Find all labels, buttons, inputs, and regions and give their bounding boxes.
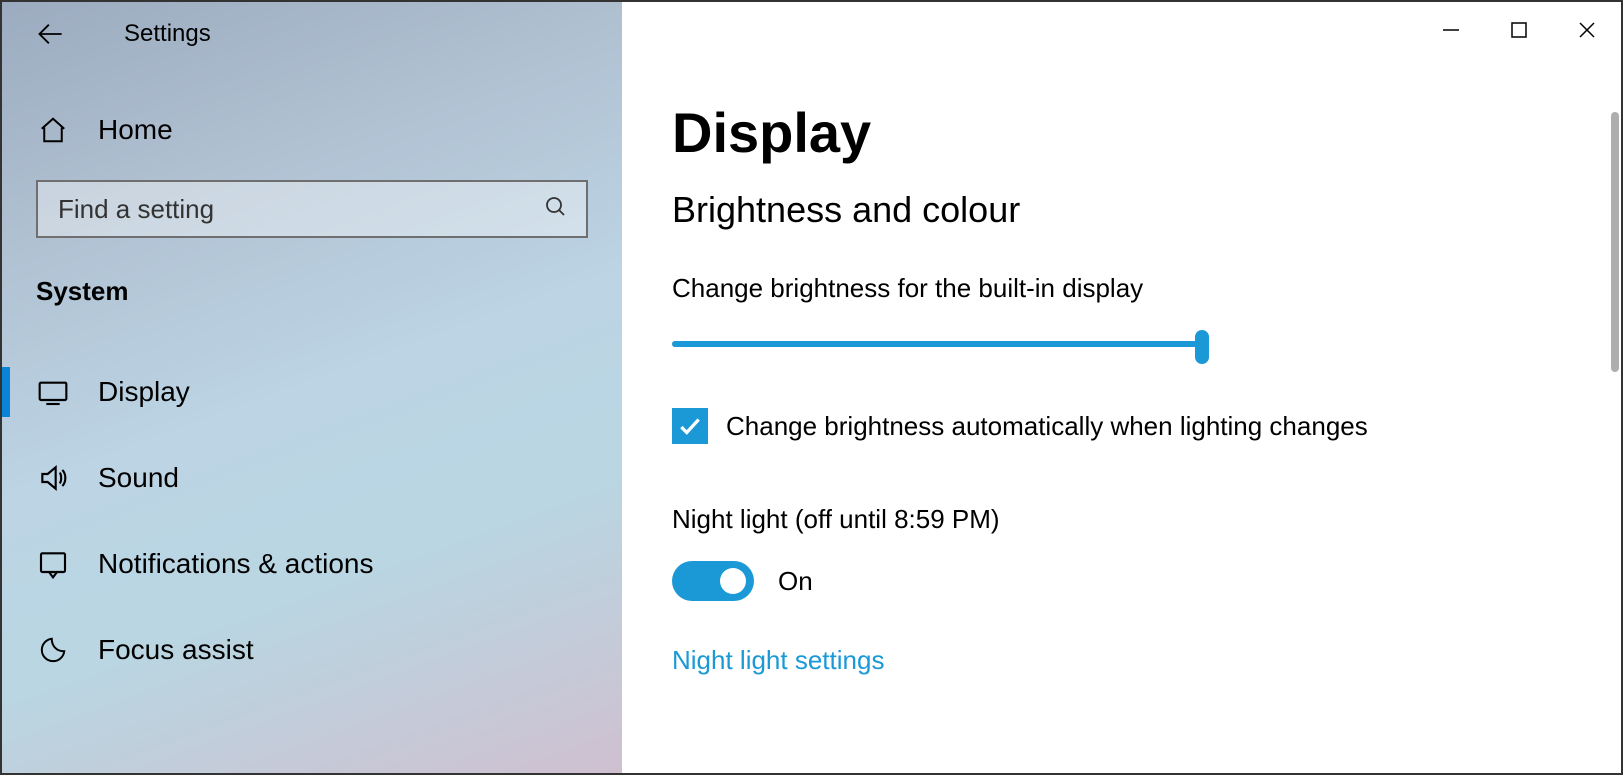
sidebar-item-focus-assist[interactable]: Focus assist: [2, 607, 588, 693]
search-input[interactable]: [36, 180, 588, 238]
slider-thumb[interactable]: [1195, 330, 1209, 364]
close-button[interactable]: [1553, 2, 1621, 58]
page-title: Display: [672, 100, 1571, 165]
window-controls: [1417, 2, 1621, 58]
sidebar-content: Home System: [2, 114, 622, 693]
night-light-toggle[interactable]: On: [672, 561, 1571, 601]
focus-assist-icon: [36, 635, 70, 665]
auto-brightness-checkbox[interactable]: Change brightness automatically when lig…: [672, 408, 1571, 444]
night-light-settings-link[interactable]: Night light settings: [672, 645, 1571, 676]
main-content: Display Brightness and colour Change bri…: [622, 2, 1621, 773]
section-title: Brightness and colour: [672, 189, 1571, 231]
toggle-state-label: On: [778, 566, 813, 597]
sidebar-item-label: Display: [98, 376, 190, 408]
back-icon[interactable]: [36, 20, 64, 48]
settings-window: Settings Home: [0, 0, 1623, 775]
minimize-button[interactable]: [1417, 2, 1485, 58]
notifications-icon: [36, 548, 70, 580]
home-icon: [36, 115, 70, 145]
brightness-slider[interactable]: [672, 324, 1202, 364]
sidebar-item-sound[interactable]: Sound: [2, 435, 588, 521]
sidebar-item-home[interactable]: Home: [36, 114, 588, 146]
sidebar-nav: Display Sound: [2, 349, 588, 693]
night-light-label: Night light (off until 8:59 PM): [672, 504, 1571, 535]
sidebar-category: System: [36, 276, 588, 307]
scrollbar-thumb[interactable]: [1611, 112, 1619, 372]
toggle-switch[interactable]: [672, 561, 754, 601]
auto-brightness-label: Change brightness automatically when lig…: [726, 411, 1368, 442]
maximize-button[interactable]: [1485, 2, 1553, 58]
titlebar: Settings: [2, 2, 622, 66]
search-icon: [544, 195, 568, 224]
toggle-knob: [720, 568, 746, 594]
display-icon: [36, 376, 70, 408]
checkbox-icon: [672, 408, 708, 444]
sidebar-item-display[interactable]: Display: [2, 349, 588, 435]
search-field[interactable]: [56, 193, 544, 226]
sidebar-item-label: Sound: [98, 462, 179, 494]
slider-fill: [672, 341, 1202, 347]
sound-icon: [36, 462, 70, 494]
window-title: Settings: [124, 20, 211, 48]
sidebar-item-label: Notifications & actions: [98, 548, 373, 580]
sidebar-home-label: Home: [98, 114, 173, 146]
sidebar-item-notifications[interactable]: Notifications & actions: [2, 521, 588, 607]
sidebar-item-label: Focus assist: [98, 634, 254, 666]
brightness-label: Change brightness for the built-in displ…: [672, 273, 1571, 304]
sidebar: Settings Home: [2, 2, 622, 773]
